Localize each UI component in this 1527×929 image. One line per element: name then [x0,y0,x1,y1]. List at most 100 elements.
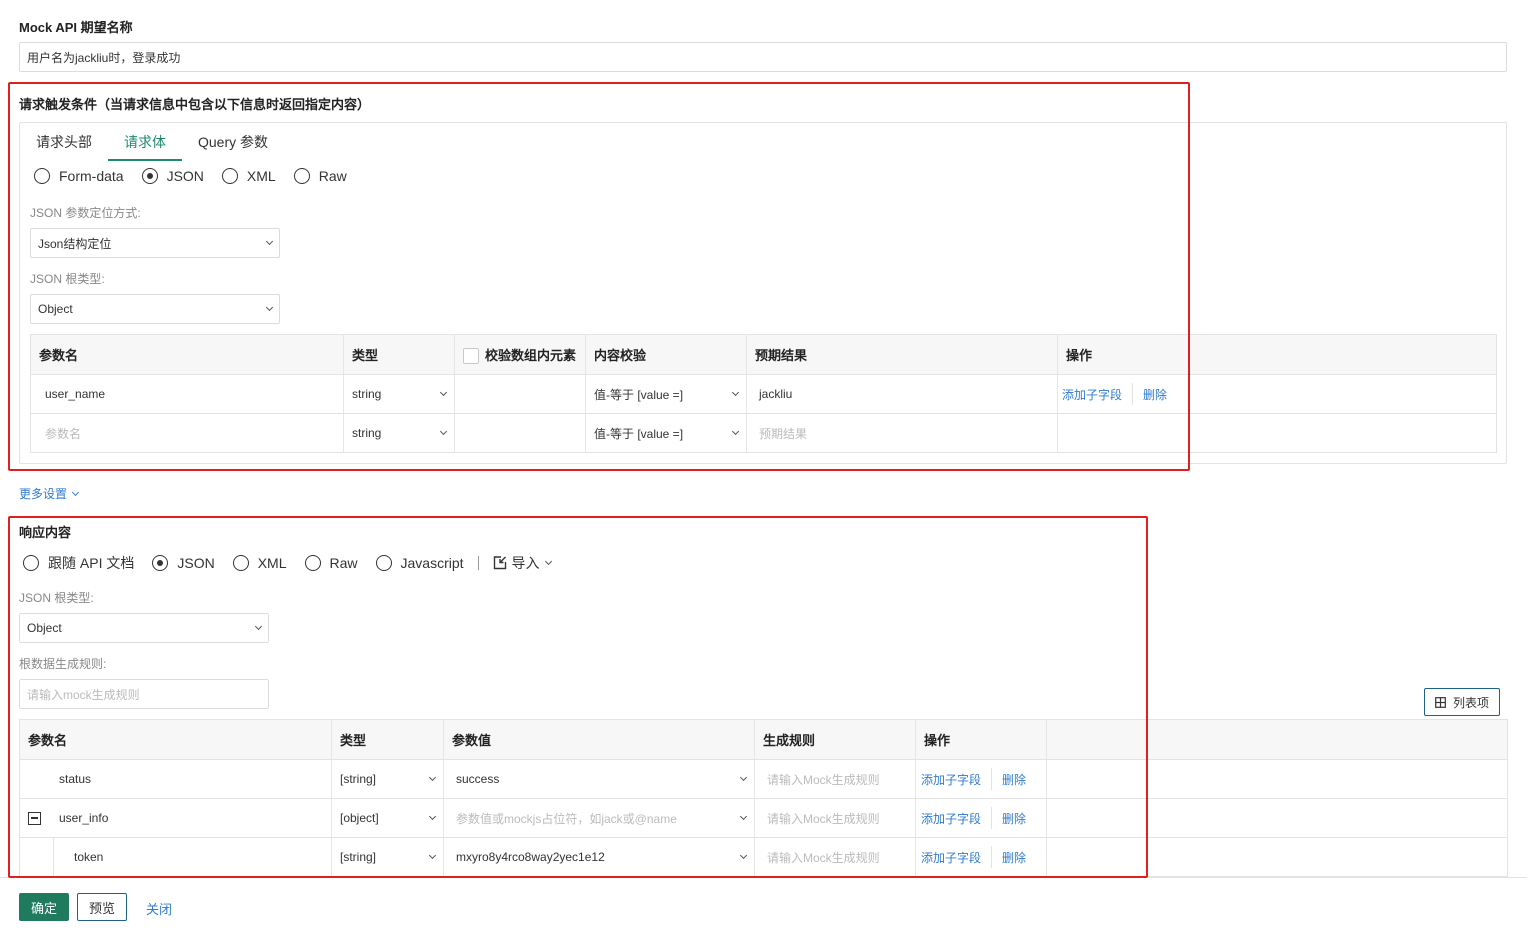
request-params-table: 参数名 类型 校验数组内元素 内容校验 预期结果 操作 user_name st… [30,334,1497,453]
expected-value: jackliu [759,387,793,401]
chevron-down-icon [265,303,274,312]
response-type-group: 跟随 API 文档 JSON XML Raw Javascript 导入 [23,553,552,573]
chevron-down-icon [428,812,437,821]
header-param-value: 参数值 [443,719,755,760]
chevron-down-icon [739,851,748,860]
param-name-cell[interactable]: user_info [19,798,332,838]
tab-request-headers[interactable]: 请求头部 [20,123,108,161]
collapse-icon[interactable] [28,811,41,825]
header-content-check: 内容校验 [585,334,747,375]
tree-indent [20,838,54,876]
header-type: 类型 [343,334,455,375]
param-name: token [74,850,104,864]
delete-link[interactable]: 删除 [1002,810,1026,827]
header-param-name: 参数名 [30,334,344,375]
table-row: status [string] success 请输入Mock生成规则 添加子字… [19,759,1508,799]
add-child-field-link[interactable]: 添加子字段 [921,771,981,788]
chevron-down-icon [739,773,748,782]
delete-link[interactable]: 删除 [1002,771,1026,788]
tab-request-body[interactable]: 请求体 [108,123,182,161]
param-type-select[interactable]: [string] [331,759,444,799]
rule-placeholder: 请输入Mock生成规则 [767,850,880,865]
header-type: 类型 [331,719,444,760]
columns-button-label: 列表项 [1452,695,1489,710]
confirm-button[interactable]: 确定 [19,893,69,921]
radio-javascript[interactable]: Javascript [375,555,464,571]
tab-query-params[interactable]: Query 参数 [182,123,284,161]
expected-cell[interactable]: 预期结果 [746,413,1058,453]
rule-cell[interactable]: 请输入Mock生成规则 [754,837,916,877]
empty-cell [1046,759,1508,799]
check-array-cell [454,413,586,453]
add-child-field-link[interactable]: 添加子字段 [1062,386,1122,403]
param-value-select[interactable]: 参数值或mockjs占位符，如jack或@name [443,798,755,838]
check-array-checkbox[interactable] [463,348,479,365]
table-header-row: 参数名 类型 参数值 生成规则 操作 [19,719,1508,760]
param-value: mxyro8y4rco8way2yec1e12 [456,850,605,864]
content-check-value: 值-等于 [value =] [594,426,684,441]
param-type-select[interactable]: string [343,374,455,414]
response-root-type-value: Object [27,621,62,635]
response-root-type-select[interactable]: Object [19,613,269,643]
param-name-cell[interactable]: 参数名 [30,413,344,453]
expected-cell[interactable]: jackliu [746,374,1058,414]
radio-json[interactable]: JSON [152,555,215,571]
param-type-select[interactable]: [object] [331,798,444,838]
delete-link[interactable]: 删除 [1002,849,1026,866]
json-root-type-label: JSON 根类型: [30,272,105,286]
empty-cell [1046,798,1508,838]
param-name-cell[interactable]: user_name [30,374,344,414]
radio-form-data[interactable]: Form-data [34,168,124,184]
add-child-field-link[interactable]: 添加子字段 [921,810,981,827]
more-settings-link[interactable]: 更多设置 [19,485,80,502]
radio-raw[interactable]: Raw [293,168,347,184]
request-trigger-title: 请求触发条件（当请求信息中包含以下信息时返回指定内容） [19,97,371,112]
chevron-down-icon [428,851,437,860]
delete-link[interactable]: 删除 [1143,386,1167,403]
root-rule-placeholder: 请输入mock生成规则 [27,687,140,702]
header-ops: 操作 [1057,334,1497,375]
param-value-select[interactable]: mxyro8y4rco8way2yec1e12 [443,837,755,877]
import-button[interactable]: 导入 [493,553,552,573]
json-root-type-value: Object [38,302,73,316]
chevron-down-icon [265,237,274,246]
preview-button[interactable]: 预览 [77,893,127,921]
request-tabs: 请求头部 请求体 Query 参数 [20,123,284,161]
mock-name-label: Mock API 期望名称 [19,20,133,35]
rule-placeholder: 请输入Mock生成规则 [767,811,880,826]
separator [991,807,993,829]
radio-circle [293,168,310,184]
radio-follow-api-doc[interactable]: 跟随 API 文档 [23,553,134,573]
param-value-select[interactable]: success [443,759,755,799]
param-name-cell[interactable]: status [19,759,332,799]
radio-xml[interactable]: XML [232,555,287,571]
separator [991,846,993,868]
content-check-select[interactable]: 值-等于 [value =] [585,374,747,414]
mock-name-input[interactable]: 用户名为jackliu时，登录成功 [19,42,1507,72]
param-type-select[interactable]: string [343,413,455,453]
header-ops: 操作 [915,719,1047,760]
radio-xml[interactable]: XML [221,168,276,184]
radio-label: Raw [329,555,358,571]
param-type-select[interactable]: [string] [331,837,444,877]
table-row: user_info [object] 参数值或mockjs占位符，如jack或@… [19,798,1508,838]
radio-raw[interactable]: Raw [304,555,358,571]
radio-label: 跟随 API 文档 [48,555,135,571]
rule-cell[interactable]: 请输入Mock生成规则 [754,759,916,799]
json-root-type-select[interactable]: Object [30,294,280,324]
add-child-field-link[interactable]: 添加子字段 [921,849,981,866]
radio-circle [34,168,50,184]
rule-cell[interactable]: 请输入Mock生成规则 [754,798,916,838]
close-link[interactable]: 关闭 [146,899,172,918]
json-locate-select[interactable]: Json结构定位 [30,228,280,258]
radio-json[interactable]: JSON [141,168,204,184]
columns-button[interactable]: 列表项 [1424,688,1500,716]
content-check-select[interactable]: 值-等于 [value =] [585,413,747,453]
radio-circle [304,555,321,571]
root-rule-input[interactable]: 请输入mock生成规则 [19,679,269,709]
separator [1132,383,1134,405]
param-name-cell[interactable]: token [19,837,332,877]
content-check-value: 值-等于 [value =] [594,387,684,402]
table-header-row: 参数名 类型 校验数组内元素 内容校验 预期结果 操作 [30,334,1497,375]
separator [477,556,479,570]
